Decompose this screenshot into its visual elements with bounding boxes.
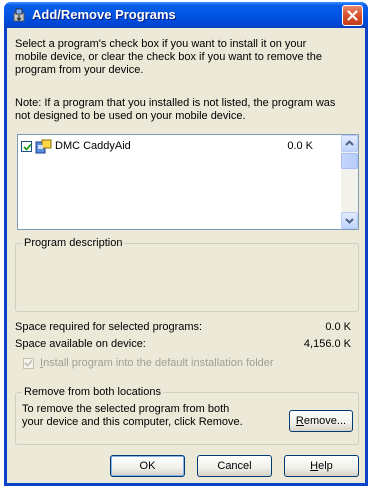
- space-required-label: Space required for selected programs:: [15, 321, 203, 333]
- program-icon: [35, 139, 53, 155]
- remove-group-label: Remove from both locations: [22, 386, 163, 398]
- chevron-up-icon: [345, 140, 354, 146]
- instructions: Select a program's check box if you want…: [15, 38, 359, 77]
- list-item[interactable]: DMC CaddyAid 0.0 K: [21, 139, 337, 155]
- space-available-row: Space available on device: 4,156.0 K: [7, 338, 365, 351]
- program-name: DMC CaddyAid: [55, 140, 131, 152]
- list-scrollbar[interactable]: [341, 135, 358, 229]
- space-required-row: Space required for selected programs: 0.…: [7, 321, 365, 334]
- scroll-thumb[interactable]: [341, 153, 358, 169]
- program-description-group: Program description: [15, 237, 359, 312]
- window-frame-bottom: [4, 483, 368, 486]
- remove-text-line: your device and this computer, click Rem…: [22, 416, 243, 428]
- program-checkbox[interactable]: [21, 141, 32, 152]
- instruction-line: Select a program's check box if you want…: [15, 38, 307, 50]
- install-default-label: Install program into the default install…: [40, 357, 274, 369]
- cancel-button[interactable]: Cancel: [197, 455, 272, 477]
- window-title: Add/Remove Programs: [32, 7, 176, 22]
- chevron-down-icon: [345, 218, 354, 224]
- remove-text: To remove the selected program from both…: [22, 403, 243, 429]
- install-default-checkbox[interactable]: [23, 358, 34, 369]
- instruction-line: program from your device.: [15, 64, 144, 76]
- program-list[interactable]: DMC CaddyAid 0.0 K: [17, 134, 359, 230]
- program-description-label: Program description: [22, 237, 125, 249]
- instruction-line: mobile device, or clear the check box if…: [15, 51, 322, 63]
- checkmark-icon: [24, 359, 33, 367]
- close-icon: [347, 10, 358, 21]
- help-button[interactable]: Help: [284, 455, 359, 477]
- dialog-window: Add/Remove Programs Select a program's c…: [4, 2, 368, 486]
- scroll-down-button[interactable]: [341, 212, 358, 229]
- space-required-value: 0.0 K: [325, 321, 351, 333]
- program-size: 0.0 K: [287, 140, 313, 152]
- remove-button[interactable]: Remove...: [289, 410, 353, 432]
- checkmark-icon: [23, 143, 32, 151]
- scroll-up-button[interactable]: [341, 135, 358, 152]
- space-available-value: 4,156.0 K: [303, 338, 351, 350]
- remove-group: Remove from both locations To remove the…: [15, 386, 359, 445]
- title-bar[interactable]: Add/Remove Programs: [4, 2, 368, 28]
- add-remove-programs-icon: [11, 7, 27, 23]
- note: Note: If a program that you installed is…: [15, 97, 359, 123]
- space-available-label: Space available on device:: [15, 338, 146, 350]
- dialog-body: Select a program's check box if you want…: [7, 28, 365, 483]
- note-line: Note: If a program that you installed is…: [15, 97, 336, 109]
- close-button[interactable]: [342, 5, 363, 26]
- note-line: not designed to be used on your mobile d…: [15, 110, 246, 122]
- ok-button[interactable]: OK: [110, 455, 185, 477]
- remove-text-line: To remove the selected program from both: [22, 403, 230, 415]
